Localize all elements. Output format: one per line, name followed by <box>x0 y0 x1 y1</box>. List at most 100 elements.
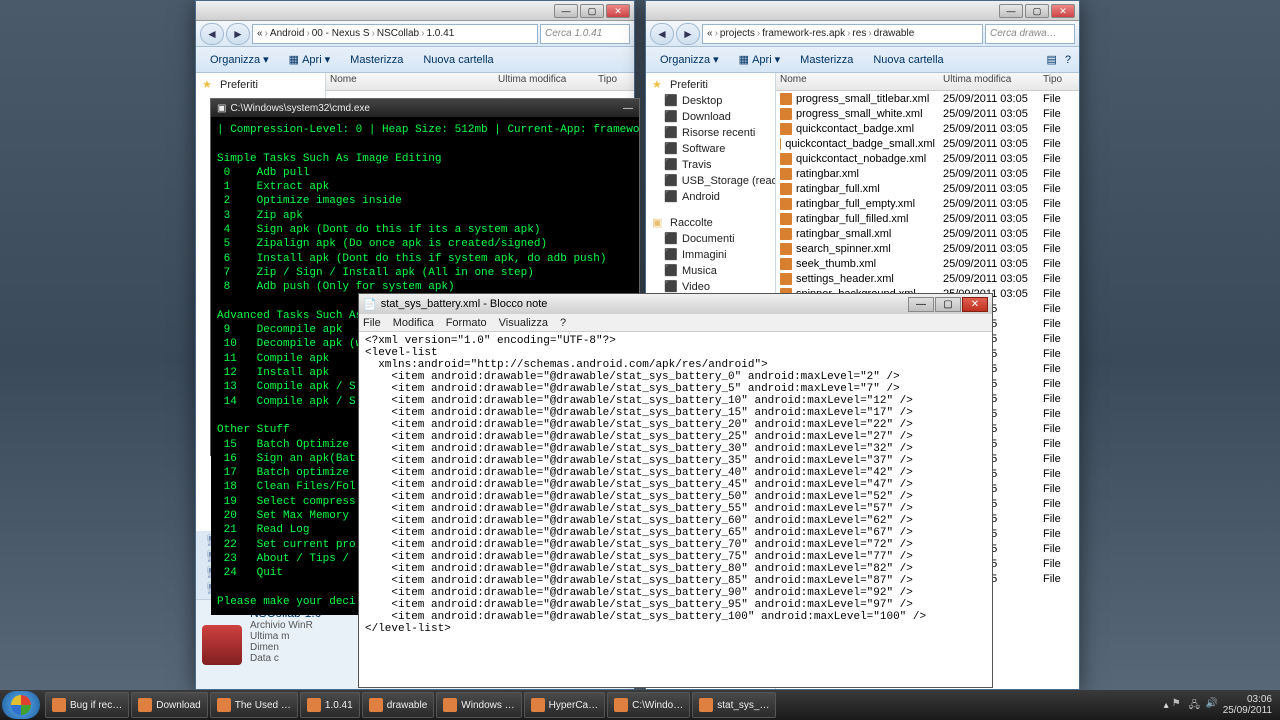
sidebar-item[interactable]: ⬛Desktop <box>650 93 771 109</box>
new-folder-button[interactable]: Nuova cartella <box>415 52 501 68</box>
file-row[interactable]: settings_header.xml25/09/2011 03:05File <box>776 271 1079 286</box>
toolbar: Organizza ▾ ▦ Apri ▾ Masterizza Nuova ca… <box>196 47 634 73</box>
file-row[interactable]: quickcontact_badge_small.xml25/09/2011 0… <box>776 136 1079 151</box>
menu-item[interactable]: Modifica <box>393 317 434 329</box>
minimize-button[interactable]: — <box>999 4 1023 18</box>
file-row[interactable]: ratingbar_full.xml25/09/2011 03:05File <box>776 181 1079 196</box>
burn-button[interactable]: Masterizza <box>792 52 861 68</box>
network-icon[interactable]: 🖧 <box>1189 698 1203 712</box>
forward-button[interactable]: ► <box>226 23 250 45</box>
sidebar-item[interactable]: ⬛Musica <box>650 263 771 279</box>
favorites-header[interactable]: ★Preferiti <box>650 77 771 93</box>
minimize-button[interactable]: — <box>554 4 578 18</box>
breadcrumb-segment[interactable]: « <box>707 28 713 39</box>
search-input[interactable]: Cerca 1.0.41 <box>540 24 630 44</box>
taskbar-item[interactable]: Download <box>131 692 207 718</box>
app-icon <box>614 698 628 712</box>
app-icon <box>531 698 545 712</box>
address-bar[interactable]: « › projects › framework-res.apk › res ›… <box>702 24 983 44</box>
breadcrumb-segment[interactable]: Android <box>270 28 304 39</box>
organize-button[interactable]: Organizza ▾ <box>202 51 277 68</box>
file-row[interactable]: quickcontact_nobadge.xml25/09/2011 03:05… <box>776 151 1079 166</box>
file-row[interactable]: ratingbar.xml25/09/2011 03:05File <box>776 166 1079 181</box>
maximize-button[interactable]: ▢ <box>1025 4 1049 18</box>
breadcrumb-segment[interactable]: framework-res.apk <box>762 28 845 39</box>
file-row[interactable]: progress_small_white.xml25/09/2011 03:05… <box>776 106 1079 121</box>
menu-item[interactable]: Formato <box>446 317 487 329</box>
sidebar-item[interactable]: ⬛Travis <box>650 157 771 173</box>
new-folder-button[interactable]: Nuova cartella <box>865 52 951 68</box>
menu-item[interactable]: File <box>363 317 381 329</box>
menu-item[interactable]: ? <box>560 317 566 329</box>
taskbar-item[interactable]: 1.0.41 <box>300 692 360 718</box>
taskbar-item[interactable]: drawable <box>362 692 435 718</box>
breadcrumb-segment[interactable]: 00 - Nexus S <box>312 28 370 39</box>
sidebar-item[interactable]: ⬛Documenti <box>650 231 771 247</box>
address-bar[interactable]: « › Android › 00 - Nexus S › NSCollab › … <box>252 24 538 44</box>
sidebar-item[interactable]: ⬛Download <box>650 109 771 125</box>
breadcrumb-segment[interactable]: res <box>852 28 866 39</box>
view-button[interactable]: ▤ <box>1044 51 1058 68</box>
taskbar-item[interactable]: stat_sys_… <box>692 692 776 718</box>
taskbar-item[interactable]: The Used … <box>210 692 298 718</box>
breadcrumb-segment[interactable]: 1.0.41 <box>426 28 454 39</box>
close-button[interactable]: ✕ <box>1051 4 1075 18</box>
minimize-button[interactable]: — <box>623 103 633 114</box>
back-button[interactable]: ◄ <box>650 23 674 45</box>
taskbar-item[interactable]: Windows … <box>436 692 521 718</box>
maximize-button[interactable]: ▢ <box>935 297 961 312</box>
taskbar-item[interactable]: C:\Windo… <box>607 692 690 718</box>
taskbar-item[interactable]: Bug if rec… <box>45 692 129 718</box>
breadcrumb-segment[interactable]: drawable <box>874 28 915 39</box>
burn-button[interactable]: Masterizza <box>342 52 411 68</box>
breadcrumb-segment[interactable]: projects <box>720 28 755 39</box>
open-button[interactable]: ▦ Apri ▾ <box>731 51 789 68</box>
file-row[interactable]: quickcontact_badge.xml25/09/2011 03:05Fi… <box>776 121 1079 136</box>
file-row[interactable]: ratingbar_full_filled.xml25/09/2011 03:0… <box>776 211 1079 226</box>
libraries-header[interactable]: ▣Raccolte <box>650 215 771 231</box>
menu-item[interactable]: Visualizza <box>499 317 548 329</box>
xml-file-icon <box>780 168 792 180</box>
app-icon <box>369 698 383 712</box>
xml-file-icon <box>780 153 792 165</box>
clock[interactable]: 03:06 25/09/2011 <box>1223 694 1272 716</box>
column-headers[interactable]: Nome Ultima modifica Tipo <box>326 73 634 91</box>
help-button[interactable]: ? <box>1063 51 1073 68</box>
sidebar-item[interactable]: ⬛Android <box>650 189 771 205</box>
favorites-header[interactable]: ★Preferiti <box>200 77 321 93</box>
file-row[interactable]: ratingbar_small.xml25/09/2011 03:05File <box>776 226 1079 241</box>
forward-button[interactable]: ► <box>676 23 700 45</box>
file-row[interactable]: progress_small_titlebar.xml25/09/2011 03… <box>776 91 1079 106</box>
xml-file-icon <box>780 258 792 270</box>
volume-icon[interactable]: 🔊 <box>1206 698 1220 712</box>
cmd-titlebar[interactable]: ▣C:\Windows\system32\cmd.exe — <box>211 99 639 117</box>
file-row[interactable]: search_spinner.xml25/09/2011 03:05File <box>776 241 1079 256</box>
organize-button[interactable]: Organizza ▾ <box>652 51 727 68</box>
show-hidden-icon[interactable]: ▴ <box>1164 700 1169 711</box>
sidebar-item[interactable]: ⬛Immagini <box>650 247 771 263</box>
back-button[interactable]: ◄ <box>200 23 224 45</box>
nav-bar: ◄ ► « › projects › framework-res.apk › r… <box>646 21 1079 47</box>
sidebar-item[interactable]: ⬛Software <box>650 141 771 157</box>
close-button[interactable]: ✕ <box>962 297 988 312</box>
file-row[interactable]: seek_thumb.xml25/09/2011 03:05File <box>776 256 1079 271</box>
start-button[interactable] <box>2 691 40 719</box>
titlebar[interactable]: — ▢ ✕ <box>196 1 634 21</box>
maximize-button[interactable]: ▢ <box>580 4 604 18</box>
notepad-titlebar[interactable]: 📄stat_sys_battery.xml - Blocco note — ▢ … <box>359 294 992 314</box>
close-button[interactable]: ✕ <box>606 4 630 18</box>
file-row[interactable]: ratingbar_full_empty.xml25/09/2011 03:05… <box>776 196 1079 211</box>
notepad-textarea[interactable]: <?xml version="1.0" encoding="UTF-8"?> <… <box>359 332 992 687</box>
taskbar-item[interactable]: HyperCa… <box>524 692 605 718</box>
titlebar[interactable]: — ▢ ✕ <box>646 1 1079 21</box>
flag-icon[interactable]: ⚑ <box>1172 698 1186 712</box>
breadcrumb-segment[interactable]: « <box>257 28 263 39</box>
search-input[interactable]: Cerca drawa… <box>985 24 1075 44</box>
open-button[interactable]: ▦ Apri ▾ <box>281 51 339 68</box>
column-headers[interactable]: Nome Ultima modifica Tipo <box>776 73 1079 91</box>
sidebar-item[interactable]: ⬛Risorse recenti <box>650 125 771 141</box>
breadcrumb-segment[interactable]: NSCollab <box>377 28 419 39</box>
sidebar-item[interactable]: ⬛USB_Storage (readyshare) <box>650 173 771 189</box>
system-tray[interactable]: ▴ ⚑ 🖧 🔊 03:06 25/09/2011 <box>1158 694 1278 716</box>
minimize-button[interactable]: — <box>908 297 934 312</box>
